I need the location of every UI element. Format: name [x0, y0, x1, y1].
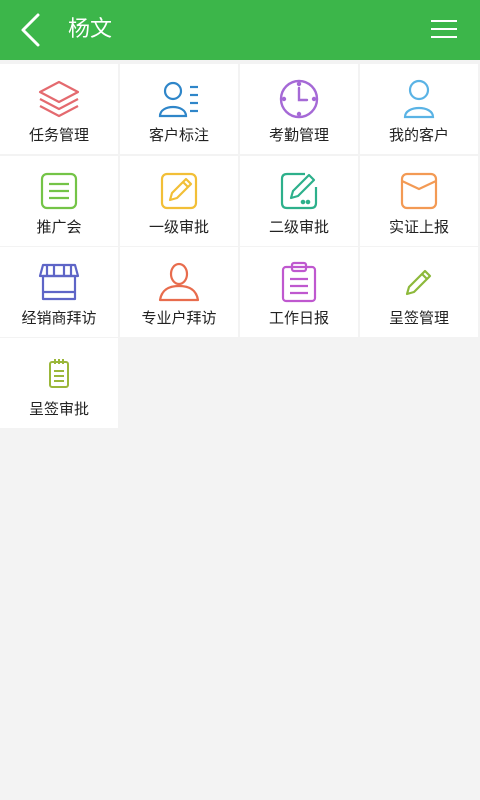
grid-item-label: 实证上报 — [388, 218, 449, 236]
layers-icon — [38, 80, 80, 118]
person-icon — [158, 262, 200, 302]
grid-item-label: 客户标注 — [148, 126, 209, 144]
grid-item-label: 我的客户 — [388, 126, 449, 144]
shop-icon — [38, 263, 80, 301]
grid-item-evidence-report[interactable]: 实证上报 — [360, 156, 478, 246]
grid-item-label: 经销商拜访 — [21, 309, 97, 327]
back-button[interactable] — [10, 10, 50, 50]
grid-item-my-customers[interactable]: 我的客户 — [360, 64, 478, 154]
grid-item-label: 一级审批 — [148, 218, 209, 236]
grid-item-dealer-visit[interactable]: 经销商拜访 — [0, 247, 118, 337]
grid-item-label: 推广会 — [36, 218, 82, 236]
grid-item-label: 任务管理 — [28, 126, 89, 144]
grid-item-label: 工作日报 — [268, 309, 329, 327]
grid-item-customer-marking[interactable]: 客户标注 — [120, 64, 238, 154]
grid-item-task-management[interactable]: 任务管理 — [0, 64, 118, 154]
page-title: 杨文 — [68, 17, 113, 42]
user-list-icon — [158, 81, 198, 118]
pencil-icon — [405, 269, 432, 296]
grid-item-first-level-approval[interactable]: 一级审批 — [120, 156, 238, 246]
grid-item-sign-management[interactable]: 呈签管理 — [360, 247, 478, 337]
grid-item-label: 二级审批 — [268, 218, 329, 236]
grid-item-specialist-visit[interactable]: 专业户拜访 — [120, 247, 238, 337]
grid-item-second-level-approval[interactable]: 二级审批 — [240, 156, 358, 246]
menu-button[interactable] — [428, 14, 460, 46]
app-header: 杨文 — [0, 0, 480, 60]
hamburger-menu-icon — [431, 20, 457, 22]
chevron-left-icon — [21, 13, 40, 47]
grid-item-promotion-meeting[interactable]: 推广会 — [0, 156, 118, 246]
list-icon — [40, 172, 78, 210]
edit-icon — [160, 172, 198, 210]
grid-item-label: 呈签管理 — [388, 309, 449, 327]
envelope-icon — [400, 172, 438, 210]
edit-square-icon — [280, 172, 318, 210]
grid-item-attendance[interactable]: 考勤管理 — [240, 64, 358, 154]
grid-item-label: 考勤管理 — [268, 126, 329, 144]
grid-item-label: 呈签审批 — [28, 400, 89, 418]
grid-item-daily-report[interactable]: 工作日报 — [240, 247, 358, 337]
grid-item-label: 专业户拜访 — [141, 309, 217, 327]
clipboard-icon — [281, 261, 317, 303]
notepad-icon — [49, 359, 69, 388]
user-icon — [403, 79, 435, 119]
grid-item-sign-approval[interactable]: 呈签审批 — [0, 338, 118, 428]
clock-icon — [279, 79, 319, 119]
